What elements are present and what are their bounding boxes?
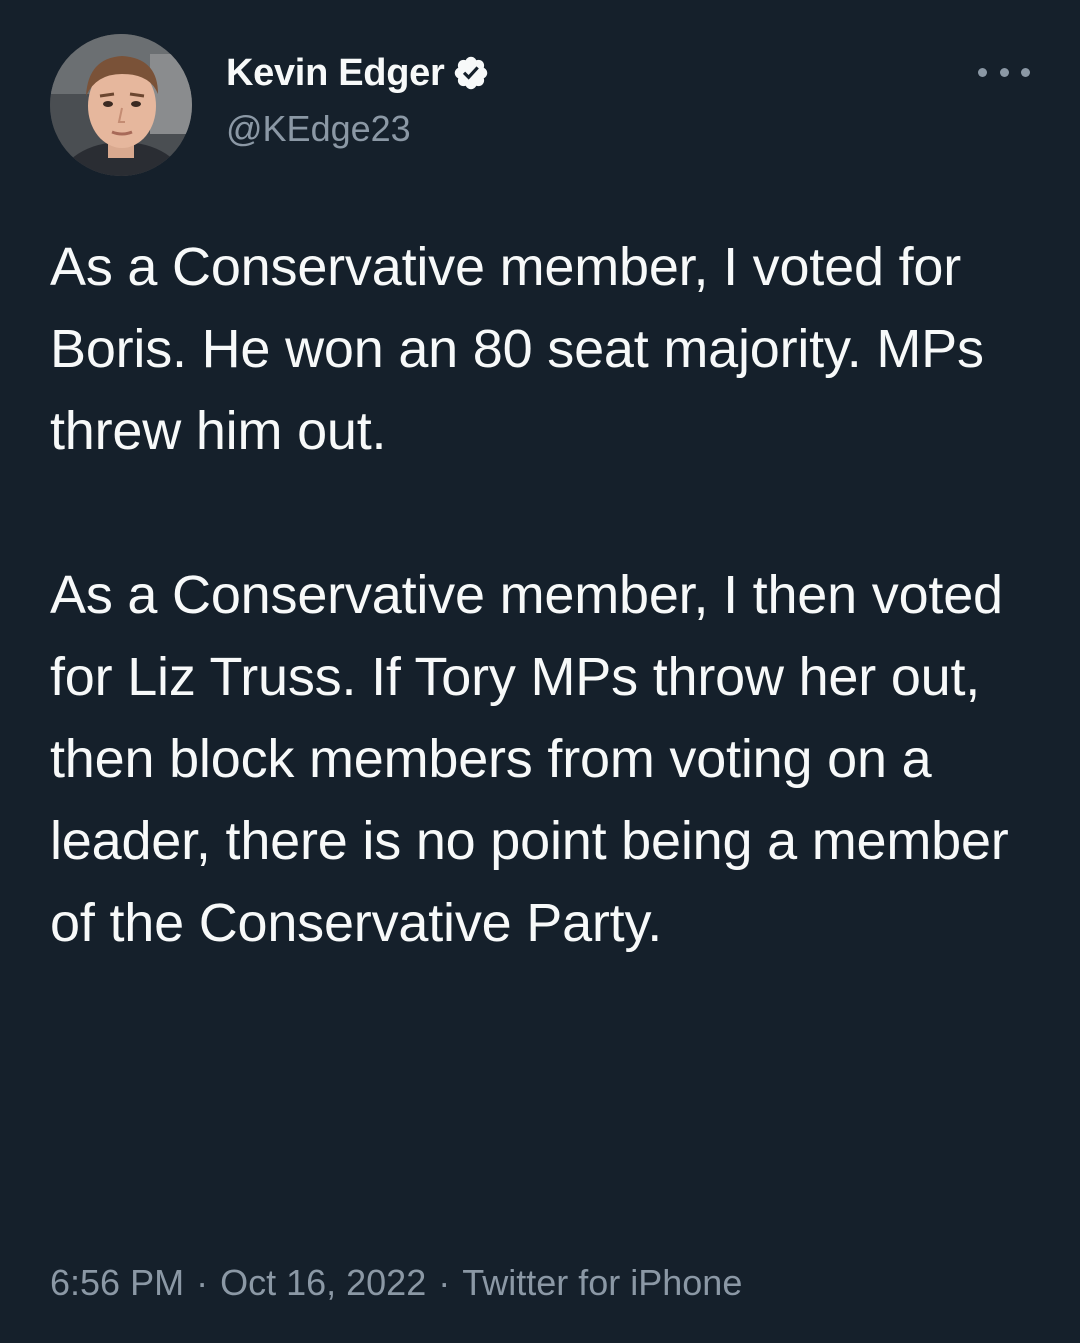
verified-badge-icon <box>452 54 490 92</box>
avatar-image <box>50 34 192 176</box>
tweet-paragraph-1: As a Conservative member, I voted for Bo… <box>50 237 984 461</box>
tweet-time[interactable]: 6:56 PM <box>50 1262 184 1304</box>
meta-separator: · <box>438 1262 451 1303</box>
tweet-date[interactable]: Oct 16, 2022 <box>220 1262 426 1304</box>
author-display-name[interactable]: Kevin Edger <box>226 52 445 95</box>
tweet-paragraph-2: As a Conservative member, I then voted f… <box>50 565 1009 953</box>
tweet-metadata: 6:56 PM · Oct 16, 2022 · Twitter for iPh… <box>50 1262 742 1304</box>
meta-separator: · <box>196 1262 209 1303</box>
more-options-icon[interactable] <box>978 60 1030 84</box>
tweet-text: As a Conservative member, I voted for Bo… <box>50 226 1040 964</box>
more-dot <box>978 67 987 77</box>
author-handle[interactable]: @KEdge23 <box>226 108 411 150</box>
tweet-card: Kevin Edger @KEdge23 As a Conservative m… <box>0 0 1080 1343</box>
tweet-source-link[interactable]: Twitter for iPhone <box>462 1262 742 1304</box>
author-name-row[interactable]: Kevin Edger <box>226 50 490 96</box>
avatar[interactable] <box>50 34 192 176</box>
more-dot <box>1021 67 1030 77</box>
more-dot <box>999 67 1009 77</box>
